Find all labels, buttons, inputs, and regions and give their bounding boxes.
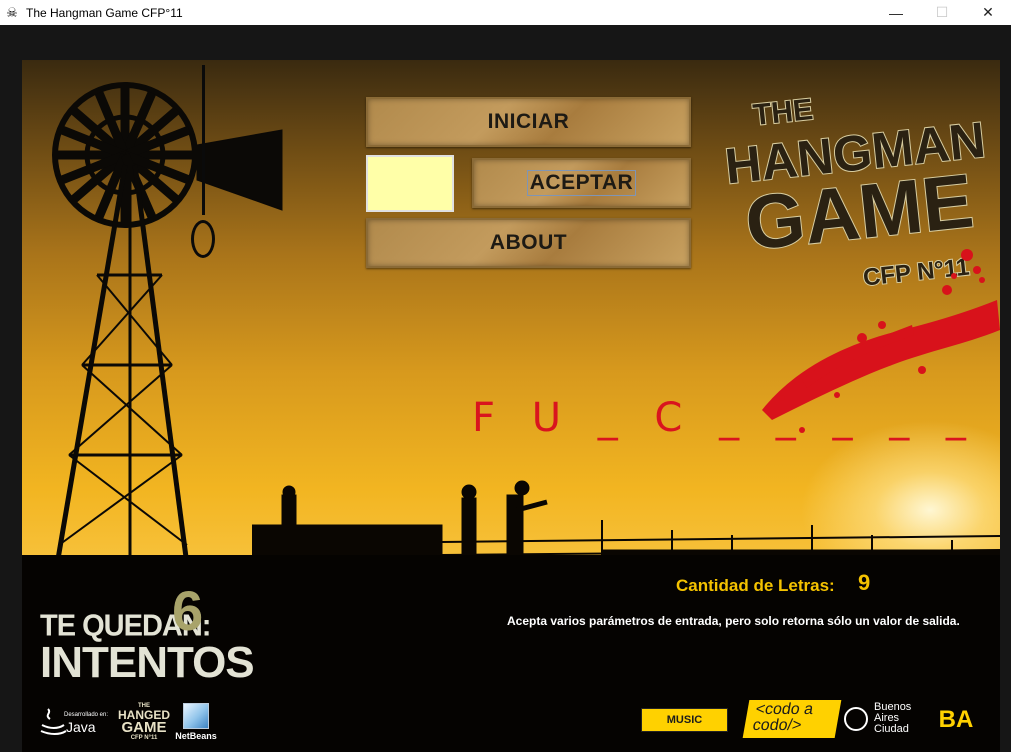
noose-icon bbox=[191, 220, 215, 258]
tries-remaining: 6 bbox=[172, 579, 204, 642]
window-frame: INICIAR ACEPTAR ABOUT THE HANGMAN GAME C… bbox=[0, 25, 1011, 752]
minimize-button[interactable]: — bbox=[873, 0, 919, 25]
tries-word: INTENTOS bbox=[40, 638, 255, 687]
svg-text:BA: BA bbox=[939, 706, 974, 730]
java-label: Java bbox=[66, 719, 96, 735]
buenos-aires-ciudad-logo: Buenos Aires Ciudad bbox=[844, 702, 911, 735]
window-controls: — ☐ ✕ bbox=[873, 0, 1011, 25]
skull-icon: ☠ bbox=[6, 4, 18, 20]
letter-input[interactable] bbox=[366, 155, 454, 212]
title-bar: ☠ The Hangman Game CFP°11 — ☐ ✕ bbox=[0, 0, 1011, 25]
logo-line1: THE bbox=[751, 93, 814, 132]
letter-count-value: 9 bbox=[858, 570, 871, 595]
about-button[interactable]: ABOUT bbox=[366, 218, 691, 268]
netbeans-logo: NetBeans bbox=[174, 703, 218, 741]
aceptar-button[interactable]: ACEPTAR bbox=[472, 158, 691, 208]
netbeans-label: NetBeans bbox=[175, 731, 217, 741]
rope bbox=[202, 65, 205, 215]
ba-logo: BA bbox=[939, 706, 974, 730]
game-scene: INICIAR ACEPTAR ABOUT THE HANGMAN GAME C… bbox=[22, 60, 1000, 752]
music-button[interactable]: MUSIC bbox=[641, 708, 728, 732]
java-dev-label: Desarrollado en: bbox=[64, 712, 109, 718]
hint-text: Acepta varios parámetros de entrada, per… bbox=[507, 614, 960, 628]
hangman-game-logo: THE HANGMAN GAME CFP N°11 bbox=[722, 92, 989, 290]
maximize-button[interactable]: ☐ bbox=[919, 0, 965, 25]
iniciar-button[interactable]: INICIAR bbox=[366, 97, 691, 147]
word-display: F U _ C _ _ _ _ _ bbox=[472, 395, 978, 441]
codo-a-codo-logo: <codo a codo/> bbox=[742, 700, 842, 738]
netbeans-cube-icon bbox=[183, 703, 209, 729]
aceptar-label: ACEPTAR bbox=[526, 170, 637, 196]
window-title: The Hangman Game CFP°11 bbox=[26, 5, 183, 20]
letter-count-label: Cantidad de Letras: bbox=[676, 576, 835, 595]
mini-hangman-logo: THE HANGED GAME CFP N°11 bbox=[118, 703, 171, 741]
close-button[interactable]: ✕ bbox=[965, 0, 1011, 25]
city-seal-icon bbox=[844, 706, 868, 731]
